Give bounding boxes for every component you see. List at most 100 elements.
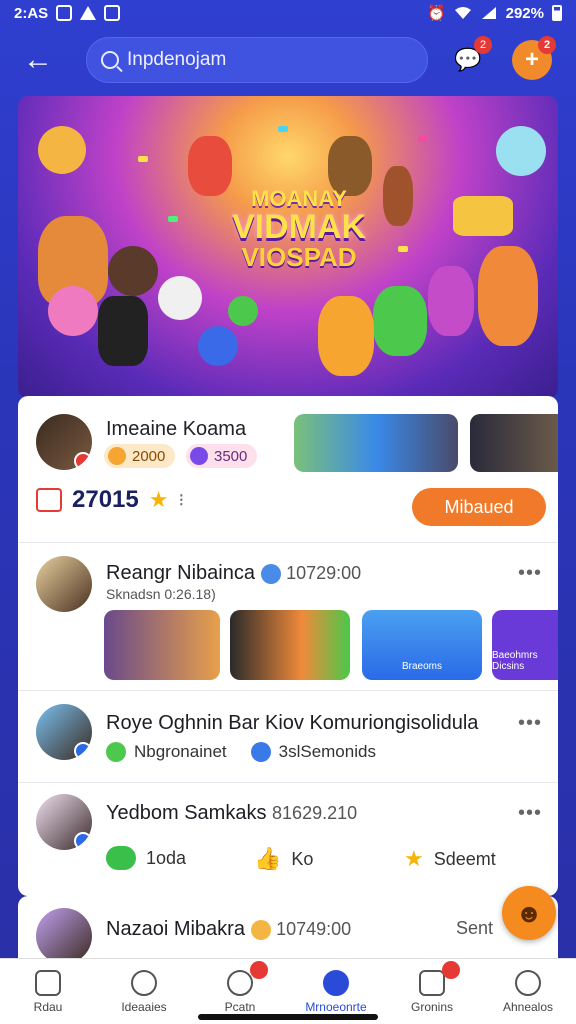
nav-item-home[interactable]: Rdau — [0, 959, 96, 1024]
verified-icon — [260, 563, 281, 584]
red-hat-character — [188, 136, 232, 196]
pink-creature — [48, 286, 98, 336]
follow-button[interactable]: Mibaued — [412, 488, 546, 526]
signal-icon — [481, 7, 496, 19]
star-icon: ★ — [404, 846, 424, 871]
post-time: 81629.210 — [272, 803, 358, 823]
highlight-thumbnail-2[interactable] — [470, 414, 558, 472]
like-button[interactable]: 👍 Ko — [254, 846, 313, 872]
battery-icon — [552, 5, 562, 21]
wifi-icon — [454, 7, 471, 19]
alarm-icon: ⏰ — [426, 5, 446, 22]
battery-percent: 292% — [505, 4, 544, 22]
media-thumb-3[interactable]: Braeoms — [362, 610, 482, 680]
cheese-character — [453, 196, 513, 236]
plus-icon: + — [524, 46, 539, 73]
coins-pill: 2000 — [104, 444, 176, 468]
post-time: 10749:00 — [276, 919, 352, 939]
taco-character — [38, 126, 86, 174]
floating-action-button[interactable]: ☻ — [502, 886, 556, 940]
app-icon — [104, 5, 121, 21]
nav-label: Pcatn — [224, 999, 256, 1014]
post-avatar[interactable] — [36, 556, 92, 612]
post-item[interactable]: Yedbom Samkaks 81629.210 ••• 1oda 👍 Ko ★… — [18, 782, 558, 892]
nav-badge — [250, 961, 268, 979]
face-icon: ☻ — [515, 897, 543, 928]
group-icon — [419, 969, 445, 996]
post-author: Reangr Nibainca 10729:00 — [106, 562, 361, 585]
coins-value: 2000 — [132, 447, 166, 465]
back-button[interactable]: ← — [16, 38, 60, 82]
bear-character — [318, 296, 374, 376]
banner-title: MOANAY VIDMAK VIOSPAD — [214, 186, 384, 271]
search-bar[interactable] — [86, 37, 428, 83]
nav-item-groups[interactable]: Gronins — [384, 959, 480, 1024]
arrow-left-icon: ← — [23, 43, 53, 76]
verified-dot-icon — [74, 832, 92, 850]
nav-label: Ideaaies — [121, 999, 167, 1014]
thumbs-up-icon: 👍 — [254, 846, 282, 871]
nav-badge — [442, 961, 460, 979]
notification-icon — [56, 5, 73, 21]
search-icon — [101, 51, 119, 69]
profile-icon — [515, 969, 541, 996]
more-options-button[interactable]: ••• — [518, 712, 542, 735]
promo-banner[interactable]: MOANAY VIDMAK VIOSPAD — [18, 96, 558, 398]
stat-row: 27015 ★ ⁝ — [36, 486, 184, 514]
search-input[interactable] — [127, 49, 407, 71]
media-thumb-1[interactable] — [104, 610, 220, 680]
emoji-icon — [250, 919, 271, 940]
add-button[interactable]: + 2 — [512, 36, 556, 80]
gem-icon — [190, 447, 208, 465]
more-options-button[interactable]: ••• — [518, 802, 542, 825]
media-thumb-2[interactable] — [230, 610, 350, 680]
highlight-thumbnail-1[interactable] — [294, 414, 458, 472]
post-author-name: Reangr Nibainca — [106, 562, 255, 584]
boy-character — [98, 296, 148, 366]
post-avatar[interactable] — [36, 794, 92, 850]
post-avatar[interactable] — [36, 704, 92, 760]
status-time: 2:AS — [14, 4, 49, 22]
banner-title-line1: MOANAY — [251, 186, 347, 211]
more-small-icon: ⁝ — [178, 489, 185, 510]
gems-pill: 3500 — [186, 444, 258, 468]
video-icon — [323, 969, 349, 996]
post-item-partial[interactable]: Nazaoi Mibakra 10749:00 Sent — [18, 896, 558, 964]
profile-name: Imeaine Koama — [106, 418, 247, 440]
nav-label: Gronins — [410, 999, 454, 1014]
like-count: Ko — [291, 848, 314, 869]
top-bar: ← 💬 2 + 2 — [0, 26, 576, 94]
check-icon — [106, 742, 126, 762]
more-options-button[interactable]: ••• — [518, 562, 542, 585]
info-icon — [250, 742, 271, 762]
home-indicator — [198, 1014, 378, 1020]
alert-icon — [80, 6, 97, 20]
white-dog-character — [158, 276, 202, 320]
nav-label: Rdau — [33, 999, 63, 1014]
profile-avatar[interactable] — [36, 414, 92, 470]
nav-item-messages[interactable]: Ideaaies — [96, 959, 192, 1024]
nav-item-profile[interactable]: Ahnealos — [480, 959, 576, 1024]
post-meta-1: Nbgronainet — [134, 742, 227, 761]
post-time: 10729:00 — [286, 563, 362, 583]
messages-badge: 2 — [474, 36, 492, 54]
home-icon — [35, 969, 61, 996]
media-thumb-4[interactable]: Baeohmrs Dicsins — [492, 610, 558, 680]
nav-label: Ahnealos — [502, 999, 554, 1014]
favorite-label: Sdeemt — [433, 848, 496, 869]
favorite-button[interactable]: ★ Sdeemt — [404, 846, 496, 872]
comment-button[interactable]: 1oda — [106, 846, 186, 870]
post-avatar[interactable] — [36, 908, 92, 964]
nav-label: Mrnoeonrte — [305, 999, 367, 1014]
post-subtitle: Sknadsn 0:26.18) — [106, 586, 216, 602]
balloon-blue — [198, 326, 238, 366]
banner-title-line2: VIDMAK — [231, 208, 367, 246]
post-item[interactable]: Roye Oghnin Bar Kiov Komuriongisolidula … — [18, 690, 558, 782]
live-dot-icon — [74, 452, 92, 470]
post-meta-2: 3slSemonids — [278, 742, 376, 761]
star-icon: ★ — [148, 487, 169, 512]
messages-button[interactable]: 💬 2 — [448, 36, 492, 80]
comment-count: 1oda — [146, 847, 187, 868]
post-author: Nazaoi Mibakra 10749:00 — [106, 918, 351, 941]
post-item[interactable]: Reangr Nibainca 10729:00 Sknadsn 0:26.18… — [18, 542, 558, 690]
